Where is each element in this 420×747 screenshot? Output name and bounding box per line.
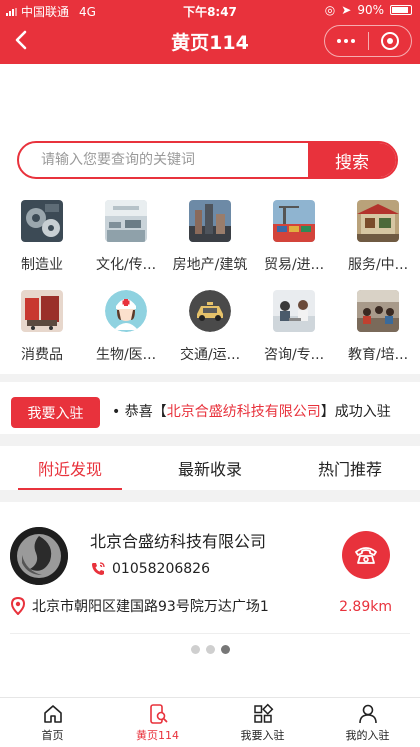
category-label: 贸易/进... [263, 257, 325, 273]
tabbar-item-join[interactable]: 我要入驻 [210, 698, 315, 747]
target-icon [380, 32, 399, 50]
category-item-transport[interactable]: 交通/运... [168, 288, 252, 370]
home-icon [43, 704, 62, 723]
category-label: 文化/传... [95, 257, 157, 273]
phone-row[interactable]: 01058206826 [90, 561, 210, 577]
category-item-education[interactable]: 教育/培... [336, 288, 420, 370]
location-pin-icon [10, 597, 26, 615]
category-label: 制造业 [21, 257, 63, 273]
nurse-icon [105, 290, 147, 332]
phone-search-icon [149, 703, 167, 724]
call-button[interactable] [342, 531, 390, 579]
section-divider [0, 374, 420, 382]
category-label: 教育/培... [347, 347, 409, 363]
page-indicator [0, 645, 420, 654]
tabbar-label: 我要入驻 [240, 728, 285, 742]
battery-icon [390, 5, 412, 15]
stall-photo-icon [357, 200, 399, 242]
more-button[interactable] [325, 26, 368, 56]
battery-percent: 90% [357, 3, 384, 17]
ticker-suffix: 】成功入驻 [320, 404, 391, 420]
page-dot-active[interactable] [220, 645, 230, 654]
close-miniapp-button[interactable] [369, 26, 412, 56]
category-label: 生物/医... [95, 347, 157, 363]
page-dot[interactable] [205, 645, 215, 654]
ticker-company: 北京合盛纺科技有限公司 [166, 404, 321, 420]
miniapp-capsule [324, 25, 412, 57]
category-label: 服务/中... [347, 257, 409, 273]
join-ticker[interactable]: • 恭喜【北京合盛纺科技有限公司】成功入驻 [112, 401, 408, 425]
phone-ring-icon [92, 562, 105, 575]
telephone-icon [355, 547, 377, 564]
user-icon [358, 704, 377, 723]
category-item-consulting[interactable]: 咨询/专... [252, 288, 336, 370]
tab-popular[interactable]: 热门推荐 [280, 446, 420, 490]
card-divider [10, 633, 410, 634]
ticker-prefix: • 恭喜【 [112, 404, 167, 420]
port-photo-icon [273, 200, 315, 242]
taxi-icon [189, 290, 231, 332]
join-button[interactable]: 我要入驻 [11, 397, 100, 428]
tabbar-label: 首页 [41, 728, 64, 742]
tabbar-label: 我的入驻 [345, 728, 390, 742]
category-label: 交通/运... [179, 347, 241, 363]
category-item-manufacturing[interactable]: 制造业 [0, 198, 84, 280]
tabbar-item-yellowpages[interactable]: 黄页114 [105, 698, 210, 747]
more-dots-icon [337, 39, 356, 43]
page-dot[interactable] [190, 645, 200, 654]
tab-nearby[interactable]: 附近发现 [0, 446, 140, 490]
shopping-photo-icon [21, 290, 63, 332]
section-divider [0, 434, 420, 446]
bottom-tabbar: 首页 黄页114 我要入驻 我的入驻 [0, 697, 420, 747]
search-input[interactable] [19, 143, 308, 177]
tabbar-item-home[interactable]: 首页 [0, 698, 105, 747]
phone-number: 01058206826 [112, 561, 210, 577]
address: 北京市朝阳区建国路93号院万达广场1 [32, 599, 269, 615]
category-item-culture[interactable]: 文化/传... [84, 198, 168, 280]
meeting-photo-icon [273, 290, 315, 332]
location-arrow-icon: ➤ [341, 3, 352, 17]
category-item-services[interactable]: 服务/中... [336, 198, 420, 280]
gears-photo-icon [21, 200, 63, 242]
search-button[interactable]: 搜索 [308, 143, 396, 177]
classroom-photo-icon [357, 290, 399, 332]
address-row[interactable]: 北京市朝阳区建国路93号院万达广场1 [10, 596, 269, 616]
category-label: 房地产/建筑 [172, 257, 248, 273]
distance: 2.89km [339, 599, 392, 615]
search-bar: 搜索 [17, 141, 398, 179]
company-name[interactable]: 北京合盛纺科技有限公司 [90, 528, 266, 552]
tab-latest[interactable]: 最新收录 [140, 446, 280, 490]
category-item-real-estate[interactable]: 房地产/建筑 [168, 198, 252, 280]
category-item-trade[interactable]: 贸易/进... [252, 198, 336, 280]
grid-icon [253, 703, 273, 723]
category-item-biomedical[interactable]: 生物/医... [84, 288, 168, 370]
tabbar-item-my-join[interactable]: 我的入驻 [315, 698, 420, 747]
company-logo[interactable] [10, 527, 68, 585]
category-item-consumer-goods[interactable]: 消费品 [0, 288, 84, 370]
category-label: 消费品 [21, 347, 63, 363]
city-photo-icon [189, 200, 231, 242]
office-photo-icon [105, 200, 147, 242]
category-label: 咨询/专... [263, 347, 325, 363]
discovery-tabs: 附近发现 最新收录 热门推荐 [0, 446, 420, 490]
tabbar-label: 黄页114 [136, 728, 179, 742]
status-bar: 中国联通 4G 下午8:47 ◎ ➤ 90% [0, 0, 420, 20]
lock-rotation-icon: ◎ [324, 3, 336, 17]
header: 中国联通 4G 下午8:47 ◎ ➤ 90% 黄页114 [0, 0, 420, 64]
section-divider [0, 490, 420, 502]
